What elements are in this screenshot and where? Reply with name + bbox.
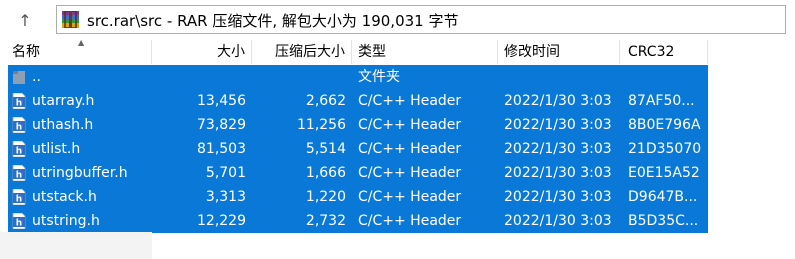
up-folder-button[interactable]: ↑ xyxy=(8,4,42,36)
file-name: utarray.h xyxy=(32,93,95,109)
file-modified: 2022/1/30 3:03 xyxy=(504,141,612,157)
header-file-icon: h xyxy=(12,93,26,109)
file-type: C/C++ Header xyxy=(358,189,462,205)
file-crc32: 87AF50... xyxy=(628,93,695,109)
rar-archive-icon xyxy=(62,11,79,28)
header-file-icon: h xyxy=(12,141,26,157)
file-modified: 2022/1/30 3:03 xyxy=(504,213,612,229)
list-item[interactable]: h utstring.h 12,229 2,732 C/C++ Header 2… xyxy=(8,209,708,233)
path-bar: ↑ src.rar\src - RAR 压缩文件, 解包大小为 190,031 … xyxy=(0,0,795,40)
sort-ascending-icon: ▲ xyxy=(78,38,85,47)
file-name: utlist.h xyxy=(32,141,81,157)
file-packed-size: 2,732 xyxy=(305,213,346,229)
file-modified: 2022/1/30 3:03 xyxy=(504,93,612,109)
file-size: 3,313 xyxy=(205,189,246,205)
file-packed-size: 1,220 xyxy=(305,189,346,205)
header-file-icon: h xyxy=(12,165,26,181)
file-type: C/C++ Header xyxy=(358,213,462,229)
up-arrow-icon: ↑ xyxy=(18,10,32,30)
column-header-type[interactable]: 类型 xyxy=(352,40,498,64)
file-modified: 2022/1/30 3:03 xyxy=(504,117,612,133)
column-header-size[interactable]: 大小 xyxy=(152,40,252,64)
file-packed-size: 1,666 xyxy=(305,165,346,181)
file-name: utstring.h xyxy=(32,213,100,229)
file-name: .. xyxy=(32,69,41,85)
file-size: 5,701 xyxy=(205,165,246,181)
file-crc32: 8B0E796A xyxy=(628,117,701,133)
file-crc32: D9647B... xyxy=(628,189,698,205)
file-packed-size: 11,256 xyxy=(297,117,346,133)
list-item[interactable]: h utarray.h 13,456 2,662 C/C++ Header 20… xyxy=(8,89,708,113)
folder-up-icon xyxy=(13,71,25,84)
svg-text:h: h xyxy=(16,99,22,109)
list-item[interactable]: .. 文件夹 xyxy=(8,65,708,89)
file-crc32: 21D35070 xyxy=(628,141,702,157)
file-crc32: B5D35C... xyxy=(628,213,699,229)
file-modified: 2022/1/30 3:03 xyxy=(504,189,612,205)
column-header-packed-size[interactable]: 压缩后大小 xyxy=(252,40,352,64)
list-item[interactable]: h uthash.h 73,829 11,256 C/C++ Header 20… xyxy=(8,113,708,137)
file-type: C/C++ Header xyxy=(358,117,462,133)
file-type: C/C++ Header xyxy=(358,141,462,157)
file-size: 73,829 xyxy=(197,117,246,133)
list-item[interactable]: h utlist.h 81,503 5,514 C/C++ Header 202… xyxy=(8,137,708,161)
path-field[interactable]: src.rar\src - RAR 压缩文件, 解包大小为 190,031 字节 xyxy=(56,5,786,34)
file-name: uthash.h xyxy=(32,117,94,133)
header-file-icon: h xyxy=(12,117,26,133)
file-modified: 2022/1/30 3:03 xyxy=(504,165,612,181)
file-name: utstack.h xyxy=(32,189,97,205)
svg-text:h: h xyxy=(16,171,22,181)
file-type: C/C++ Header xyxy=(358,165,462,181)
file-packed-size: 5,514 xyxy=(305,141,346,157)
column-header-name[interactable]: 名称 ▲ xyxy=(0,38,152,64)
file-size: 13,456 xyxy=(197,93,246,109)
name-column-empty-area xyxy=(0,232,152,259)
file-size: 12,229 xyxy=(197,213,246,229)
svg-text:h: h xyxy=(16,123,22,133)
file-crc32: E0E15A52 xyxy=(628,165,700,181)
header-file-icon: h xyxy=(12,213,26,229)
file-type: 文件夹 xyxy=(358,69,400,85)
file-size: 81,503 xyxy=(197,141,246,157)
path-text: src.rar\src - RAR 压缩文件, 解包大小为 190,031 字节 xyxy=(87,12,459,30)
list-item[interactable]: h utringbuffer.h 5,701 1,666 C/C++ Heade… xyxy=(8,161,708,185)
file-packed-size: 2,662 xyxy=(305,93,346,109)
file-type: C/C++ Header xyxy=(358,93,462,109)
svg-text:h: h xyxy=(16,147,22,157)
file-name: utringbuffer.h xyxy=(32,165,128,181)
column-header-crc32[interactable]: CRC32 xyxy=(620,40,708,64)
svg-text:h: h xyxy=(16,219,22,229)
header-file-icon: h xyxy=(12,189,26,205)
list-item[interactable]: h utstack.h 3,313 1,220 C/C++ Header 202… xyxy=(8,185,708,209)
column-header-row: 名称 ▲ 大小 压缩后大小 类型 修改时间 CRC32 xyxy=(0,38,795,64)
column-header-modified[interactable]: 修改时间 xyxy=(498,40,620,64)
svg-text:h: h xyxy=(16,195,22,205)
